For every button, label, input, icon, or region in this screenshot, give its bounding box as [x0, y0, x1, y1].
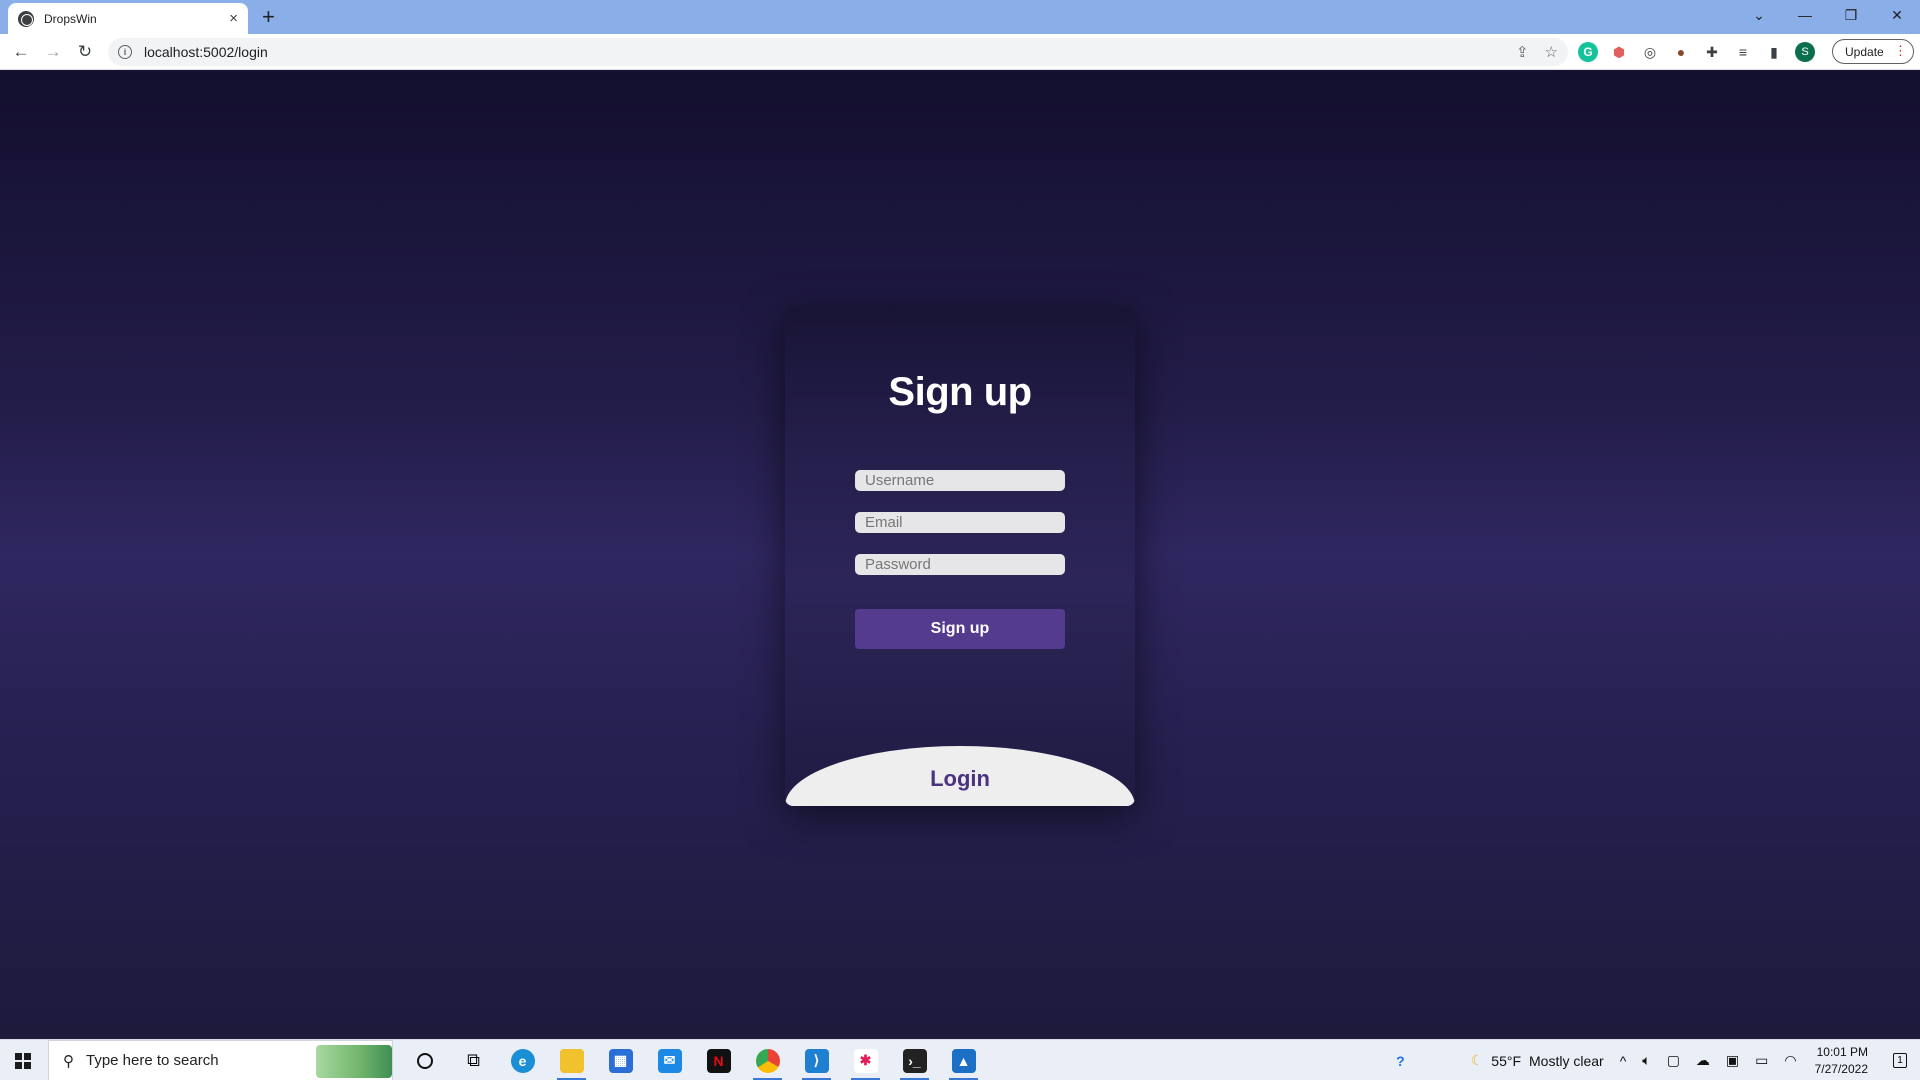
task-view-icon[interactable]: ⧉ — [449, 1040, 498, 1080]
clock[interactable]: 10:01 PM 7/27/2022 — [1805, 1044, 1880, 1078]
netflix-icon[interactable]: N — [694, 1040, 743, 1080]
password-input[interactable] — [855, 554, 1065, 575]
browser-toolbar: ← → ↻ i localhost:5002/login ⇪ ☆ G ⬢ ◎ ●… — [0, 34, 1920, 70]
explorer-icon[interactable] — [547, 1040, 596, 1080]
star-icon[interactable]: ☆ — [1545, 43, 1558, 61]
menu-icon[interactable]: ⋮ — [1894, 43, 1907, 59]
help-icon[interactable]: ? — [1388, 1040, 1413, 1080]
page-viewport: Sign up Sign up Login — [0, 71, 1920, 1039]
browser-tab[interactable]: DropsWin × — [8, 3, 248, 34]
moon-icon: ☾ — [1470, 1052, 1484, 1068]
chrome-icon[interactable] — [743, 1040, 792, 1080]
cortana-icon[interactable] — [400, 1040, 449, 1080]
extension-icon[interactable]: ◎ — [1640, 42, 1660, 62]
wifi-icon[interactable]: ◠ — [1776, 1040, 1804, 1080]
update-button[interactable]: Update ⋮ — [1832, 39, 1914, 64]
puzzle-icon[interactable]: ✚ — [1702, 42, 1722, 62]
address-bar[interactable]: i localhost:5002/login ⇪ ☆ — [108, 38, 1568, 66]
extensions-row: G ⬢ ◎ ● ✚ ≡ ▮ S — [1578, 42, 1815, 62]
store-icon[interactable]: ▦ — [596, 1040, 645, 1080]
edge-icon[interactable]: e — [498, 1040, 547, 1080]
reload-icon[interactable]: ↻ — [74, 41, 96, 63]
forward-icon[interactable]: → — [42, 41, 64, 63]
taskbar-search[interactable]: ⚲ Type here to search — [48, 1040, 393, 1080]
taskbar: ⚲ Type here to search ⧉ e ▦ ✉ N ⟩ ✱ ›_ ▲… — [0, 1039, 1920, 1080]
photos-icon[interactable]: ▲ — [939, 1040, 988, 1080]
vscode-icon[interactable]: ⟩ — [792, 1040, 841, 1080]
notification-icon[interactable]: 1 — [1880, 1040, 1920, 1080]
signup-card: Sign up Sign up Login — [785, 306, 1135, 806]
signup-title: Sign up — [888, 370, 1032, 414]
weather-desc: Mostly clear — [1529, 1052, 1604, 1069]
extension-icon[interactable]: ⬢ — [1609, 42, 1629, 62]
close-tab-icon[interactable]: × — [229, 10, 238, 27]
tab-title: DropsWin — [44, 11, 97, 26]
grammarly-icon[interactable]: G — [1578, 42, 1598, 62]
sidebar-icon[interactable]: ▮ — [1764, 42, 1784, 62]
clock-date: 7/27/2022 — [1814, 1061, 1868, 1076]
reading-list-icon[interactable]: ≡ — [1733, 42, 1753, 62]
window-controls: ⌄ — ❐ ✕ — [1736, 0, 1920, 30]
slack-icon[interactable]: ✱ — [841, 1040, 890, 1080]
globe-icon — [18, 10, 34, 27]
tab-search-icon[interactable]: ⌄ — [1736, 0, 1782, 30]
system-tray: ? ☾ 55°F Mostly clear ^ 🔈︎ ▢ ☁︎ ▣ ▭ ◠ 10… — [1388, 1040, 1920, 1080]
signup-button[interactable]: Sign up — [855, 609, 1065, 649]
mail-icon[interactable]: ✉ — [645, 1040, 694, 1080]
terminal-icon[interactable]: ›_ — [890, 1040, 939, 1080]
start-button[interactable] — [0, 1040, 46, 1080]
clock-time: 10:01 PM — [1816, 1044, 1868, 1059]
back-icon[interactable]: ← — [10, 41, 32, 63]
update-label: Update — [1845, 44, 1884, 59]
meet-icon[interactable]: ▢ — [1659, 1040, 1688, 1080]
device-icon[interactable]: ▣ — [1718, 1040, 1747, 1080]
login-label[interactable]: Login — [785, 766, 1135, 792]
share-icon[interactable]: ⇪ — [1516, 43, 1529, 61]
url-text[interactable]: localhost:5002/login — [144, 44, 268, 60]
close-window-button[interactable]: ✕ — [1874, 0, 1920, 30]
windows-logo — [15, 1052, 31, 1069]
username-input[interactable] — [855, 470, 1065, 491]
weather-widget[interactable]: ☾ 55°F Mostly clear — [1463, 1040, 1612, 1080]
email-input[interactable] — [855, 512, 1065, 533]
weather-temp: 55°F — [1491, 1052, 1522, 1069]
info-icon[interactable]: i — [118, 45, 132, 59]
minimize-button[interactable]: — — [1782, 0, 1828, 30]
search-highlight-image — [316, 1045, 392, 1078]
battery-icon[interactable]: ▭ — [1747, 1040, 1776, 1080]
cookie-icon[interactable]: ● — [1671, 42, 1691, 62]
restore-button[interactable]: ❐ — [1828, 0, 1874, 30]
notification-count: 1 — [1893, 1053, 1907, 1068]
search-placeholder: Type here to search — [86, 1052, 219, 1069]
new-tab-button[interactable]: + — [262, 4, 275, 30]
chevron-up-icon[interactable]: ^ — [1612, 1040, 1635, 1080]
profile-avatar[interactable]: S — [1795, 42, 1815, 62]
browser-tabstrip: DropsWin × + ⌄ — ❐ ✕ — [0, 0, 1920, 34]
search-icon: ⚲ — [63, 1052, 74, 1070]
taskbar-apps: ⧉ e ▦ ✉ N ⟩ ✱ ›_ ▲ — [400, 1040, 988, 1080]
volume-icon[interactable]: 🔈︎ — [1634, 1040, 1658, 1080]
onedrive-icon[interactable]: ☁︎ — [1688, 1040, 1718, 1080]
